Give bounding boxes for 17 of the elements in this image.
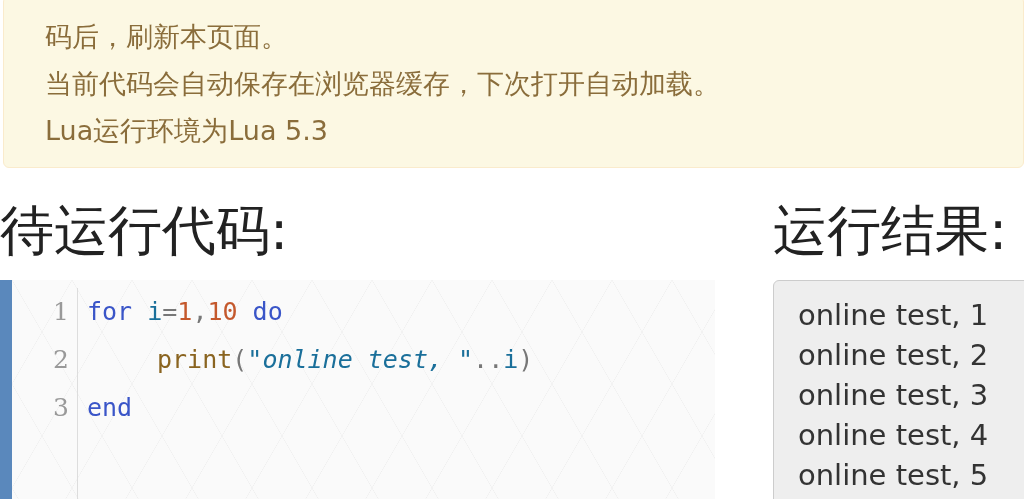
output-line: online test, 1 xyxy=(798,297,990,334)
code-line: print("online test, "..i) xyxy=(156,344,534,376)
output-line: online test, 4 xyxy=(798,417,990,454)
line-number: 2 xyxy=(52,344,69,376)
section-heading: 待运行代码: xyxy=(0,198,290,264)
code-line: for i=1,10 do xyxy=(87,296,284,328)
notice-text: 当前代码会自动保存在浏览器缓存，下次打开自动加载。 xyxy=(45,67,721,101)
code-editor[interactable]: 1 2 3 for i=1,10 do print("online test, "..i) end xyxy=(0,280,715,499)
section-heading: 运行结果: xyxy=(773,198,1009,264)
output-line: online test, 2 xyxy=(798,337,990,374)
notice-text: 码后，刷新本页面。 xyxy=(45,20,289,54)
line-number: 3 xyxy=(52,392,69,424)
notice-text: Lua运行环境为Lua 5.3 xyxy=(45,114,329,148)
code-line: end xyxy=(87,392,134,424)
line-number: 1 xyxy=(52,296,69,328)
output-line: online test, 3 xyxy=(798,377,990,414)
output-line: online test, 5 xyxy=(798,457,990,494)
